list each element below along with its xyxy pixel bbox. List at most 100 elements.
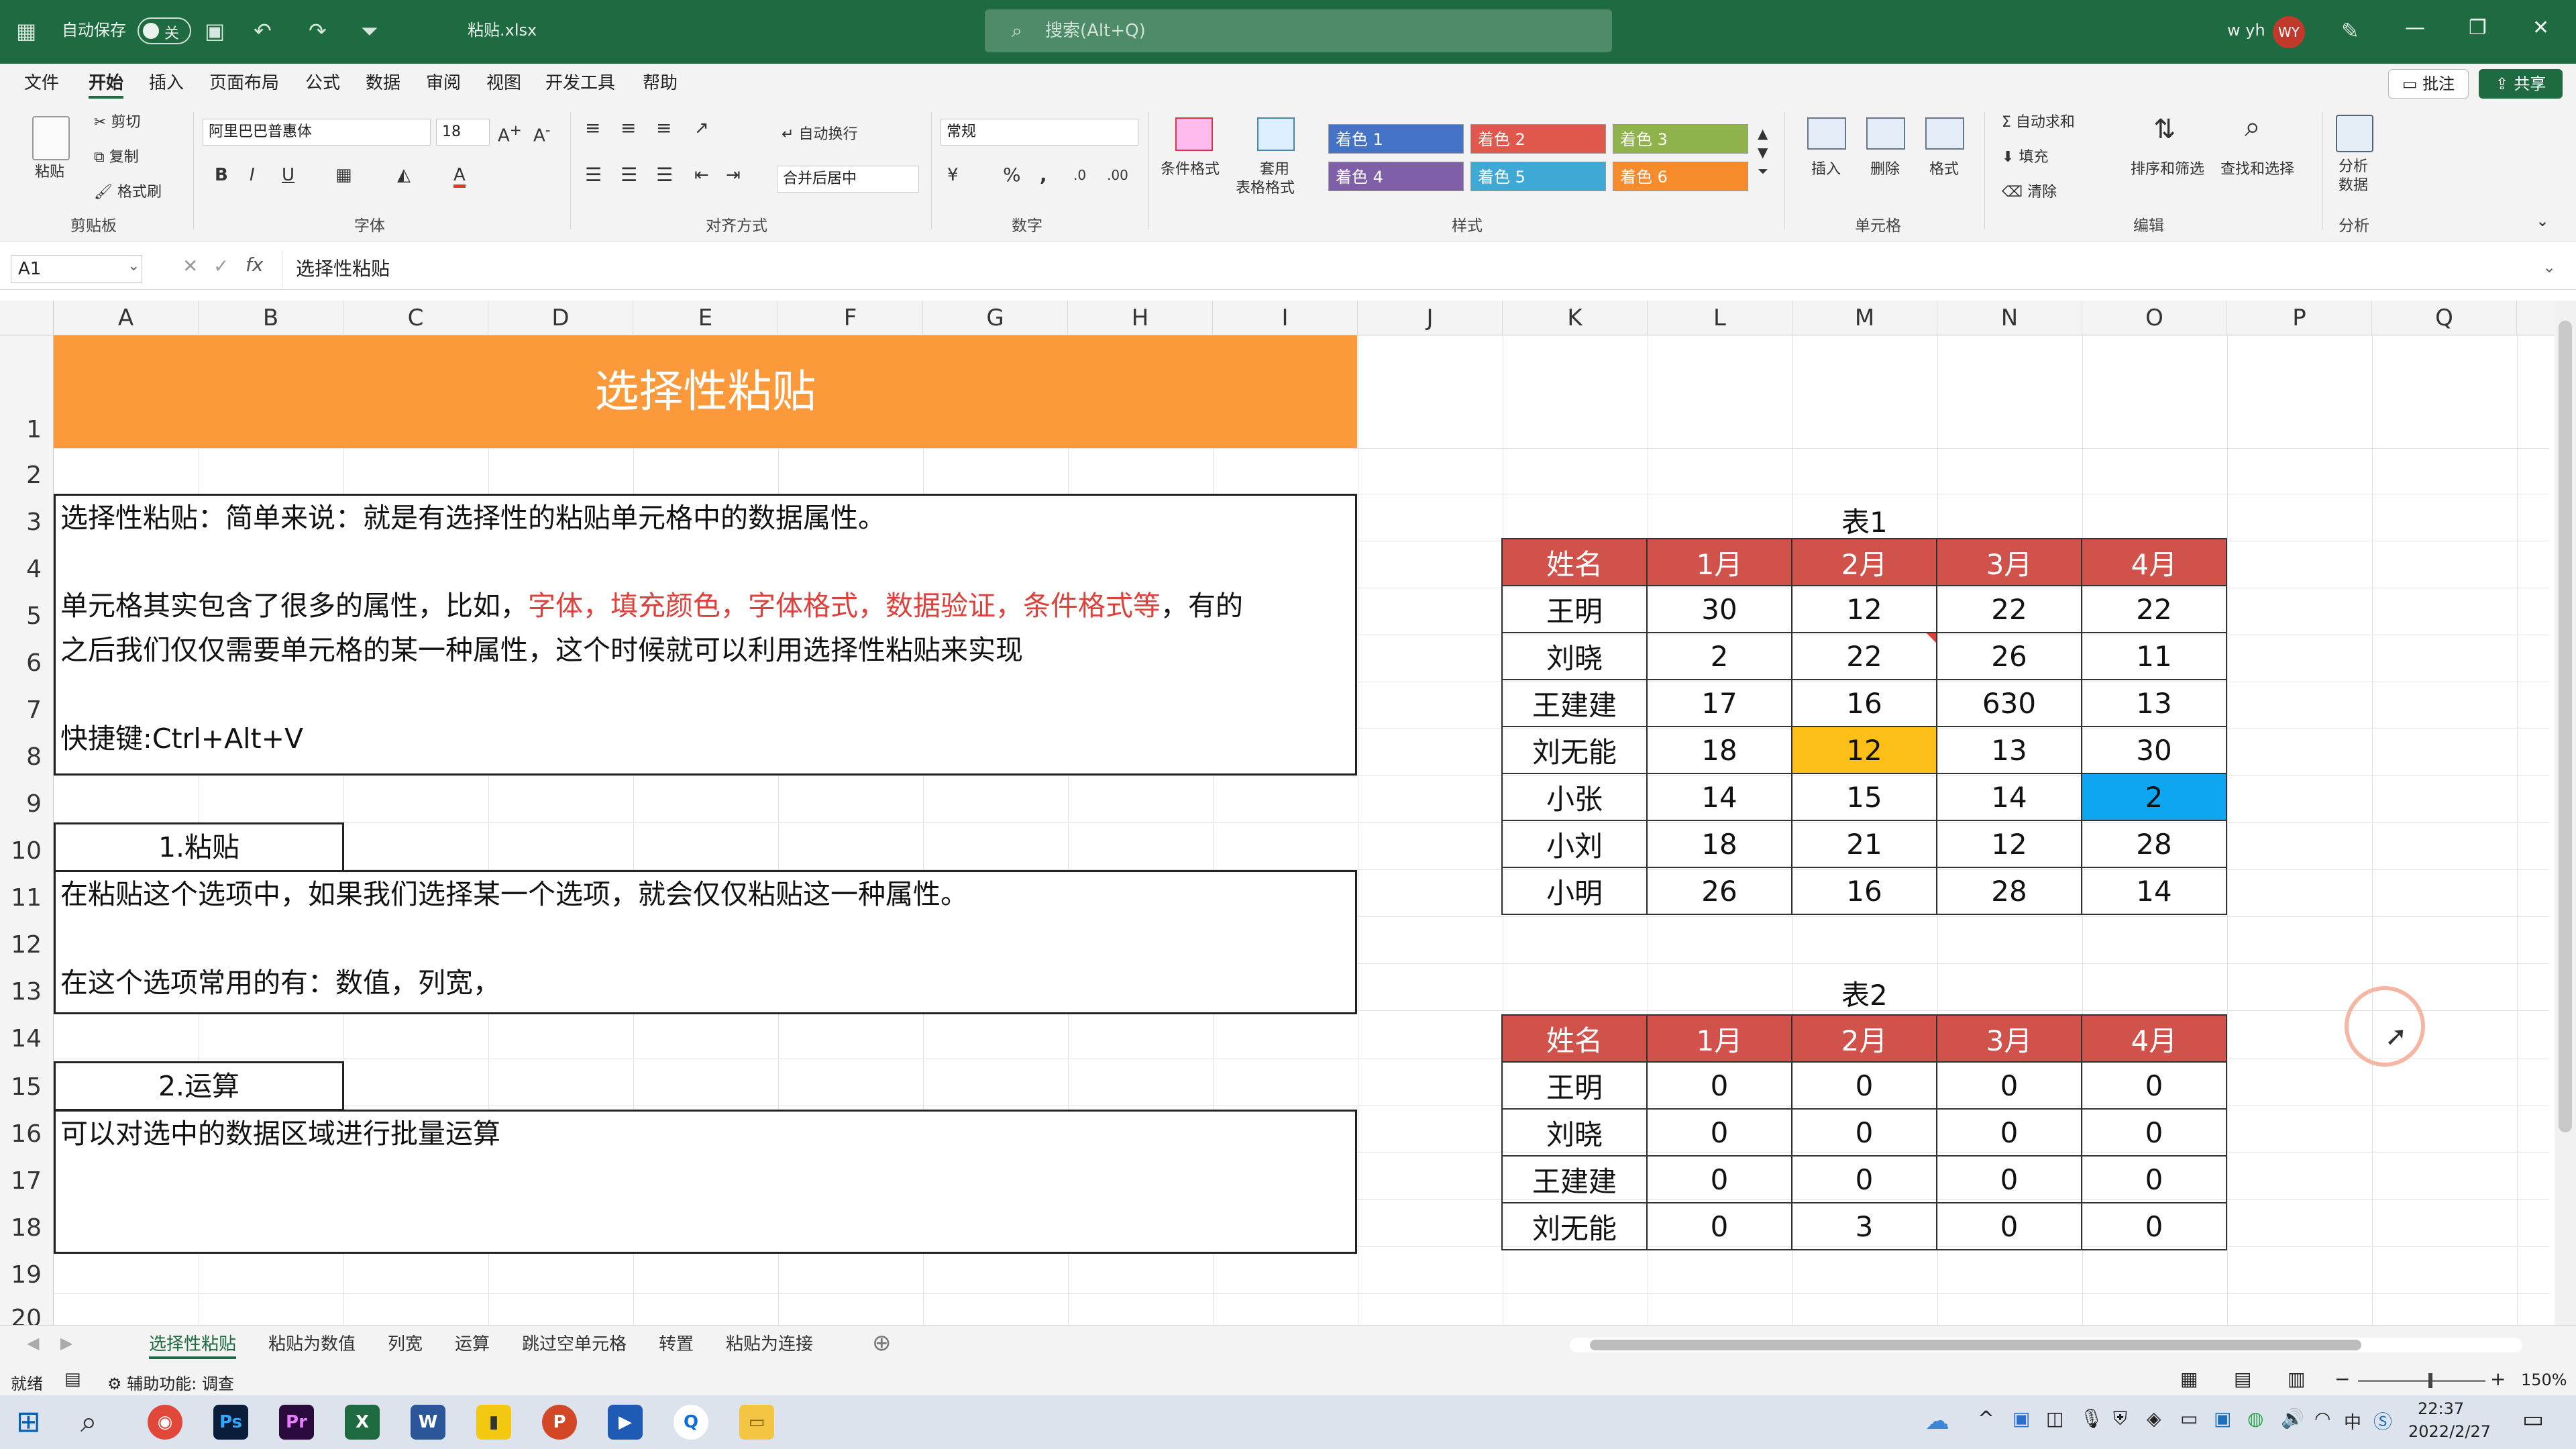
accent-style-1[interactable]: 着色 1 — [1328, 124, 1464, 154]
ime-indicator[interactable]: 中 — [2344, 1409, 2361, 1434]
undo-icon[interactable]: ↶ — [254, 17, 272, 44]
zoom-level[interactable]: 150% — [2521, 1371, 2567, 1389]
zoom-in-icon[interactable]: + — [2490, 1368, 2506, 1390]
col-header-e[interactable]: E — [633, 301, 778, 335]
col-header-h[interactable]: H — [1068, 301, 1213, 335]
insert-cells-label[interactable]: 插入 — [1811, 160, 1841, 179]
col-header-k[interactable]: K — [1503, 301, 1648, 335]
table-1-cell[interactable]: 30 — [2081, 726, 2227, 774]
format-cells-label[interactable]: 格式 — [1929, 160, 1959, 179]
clear-button[interactable]: ⌫ 清除 — [2002, 183, 2057, 202]
sheet-tab-operations[interactable]: 运算 — [455, 1332, 490, 1356]
sort-filter-label[interactable]: 排序和筛选 — [2131, 160, 2204, 179]
table-1-cell[interactable]: 22 — [2081, 585, 2227, 633]
row-header-6[interactable]: 6 — [0, 649, 54, 677]
row-header-10[interactable]: 10 — [0, 837, 54, 865]
table-1-header-cell[interactable]: 姓名 — [1501, 538, 1648, 586]
table-2-cell[interactable]: 0 — [2081, 1155, 2227, 1203]
menu-view[interactable]: 视图 — [486, 72, 521, 95]
table-1-header-cell[interactable]: 3月 — [1936, 538, 2082, 586]
search-icon[interactable]: ⌕ — [80, 1405, 97, 1439]
expand-formula-icon[interactable]: ⌄ — [2542, 258, 2556, 276]
table-2-cell[interactable]: 0 — [1791, 1061, 1937, 1110]
col-header-c[interactable]: C — [343, 301, 488, 335]
fill-color-icon[interactable]: ◭ — [397, 166, 411, 184]
vertical-scroll-thumb[interactable] — [2559, 321, 2572, 1132]
accent-style-5[interactable]: 着色 5 — [1470, 162, 1606, 191]
table-2-header-cell[interactable]: 4月 — [2081, 1014, 2227, 1063]
format-cells-icon[interactable] — [1925, 117, 1964, 150]
font-name-select[interactable]: 阿里巴巴普惠体 — [203, 119, 431, 146]
font-color-icon[interactable]: A — [453, 166, 466, 188]
name-box[interactable]: A1 — [11, 255, 142, 283]
currency-icon[interactable]: ¥ — [947, 166, 959, 184]
table-1-cell[interactable]: 刘无能 — [1501, 726, 1648, 774]
accent-style-6[interactable]: 着色 6 — [1613, 162, 1748, 191]
shield-icon[interactable]: ⛨ — [2113, 1407, 2127, 1430]
table-2-cell[interactable]: 王建建 — [1501, 1155, 1648, 1203]
clock-time[interactable]: 22:37 — [2418, 1399, 2464, 1418]
fill-button[interactable]: ⬇ 填充 — [2002, 148, 2048, 167]
wrap-text-button[interactable]: ↵ 自动换行 — [782, 125, 857, 144]
percent-icon[interactable]: % — [1003, 166, 1021, 184]
table-2-cell[interactable]: 0 — [1936, 1108, 2082, 1157]
table-2-cell[interactable]: 0 — [2081, 1202, 2227, 1250]
conditional-format-label[interactable]: 条件格式 — [1161, 160, 1220, 179]
file-explorer-icon[interactable]: ▭ — [739, 1405, 774, 1440]
analyze-data-label-2[interactable]: 数据 — [2339, 176, 2368, 195]
zoom-out-icon[interactable]: − — [2334, 1368, 2350, 1390]
sheet-tab-column-width[interactable]: 列宽 — [388, 1332, 423, 1356]
notification-icon[interactable]: ▭ — [2522, 1406, 2544, 1433]
restore-icon[interactable]: ❐ — [2469, 16, 2487, 40]
table-2-cell[interactable]: 0 — [1936, 1061, 2082, 1110]
table-1-cell[interactable]: 18 — [1646, 820, 1792, 868]
word-icon[interactable]: W — [411, 1405, 445, 1440]
excel-taskbar-icon[interactable]: X — [345, 1405, 380, 1440]
align-top-icon[interactable]: ≡ — [585, 119, 600, 138]
table-format-icon[interactable] — [1257, 117, 1295, 151]
chrome-icon[interactable]: ◉ — [148, 1405, 182, 1440]
cancel-icon[interactable]: ✕ — [182, 255, 198, 277]
table-1-cell[interactable]: 小明 — [1501, 867, 1648, 915]
row-header-5[interactable]: 5 — [0, 602, 54, 630]
table-2-header-cell[interactable]: 2月 — [1791, 1014, 1937, 1063]
col-header-o[interactable]: O — [2082, 301, 2227, 335]
formula-input[interactable]: 选择性粘贴 — [282, 251, 2529, 287]
table-1-header-cell[interactable]: 4月 — [2081, 538, 2227, 586]
copy-button[interactable]: ⧉ 复制 — [94, 148, 139, 167]
vertical-scrollbar[interactable] — [2555, 301, 2576, 1325]
table-1-cell[interactable]: 630 — [1936, 679, 2082, 727]
share-button[interactable]: ⇪ 共享 — [2479, 69, 2563, 99]
row-header-3[interactable]: 3 — [0, 508, 54, 536]
zoom-slider-handle[interactable] — [2428, 1373, 2432, 1388]
table-1-cell[interactable]: 16 — [1791, 867, 1937, 915]
next-sheet-icon[interactable]: ▶ — [60, 1334, 72, 1352]
table-1-cell[interactable]: 26 — [1646, 867, 1792, 915]
col-header-a[interactable]: A — [54, 301, 199, 335]
table-1-cell[interactable]: 17 — [1646, 679, 1792, 727]
table-1-cell[interactable]: 18 — [1646, 726, 1792, 774]
table-1-cell[interactable]: 14 — [1646, 773, 1792, 821]
powerbi-icon[interactable]: ▮ — [476, 1405, 511, 1440]
sheet-tab-paste-special[interactable]: 选择性粘贴 — [149, 1332, 237, 1359]
menu-developer[interactable]: 开发工具 — [545, 72, 615, 95]
table-2-header-cell[interactable]: 3月 — [1936, 1014, 2082, 1063]
row-header-8[interactable]: 8 — [0, 743, 54, 771]
chevron-down-icon[interactable]: ⌄ — [127, 258, 140, 274]
row-header-9[interactable]: 9 — [0, 790, 54, 818]
table-1-cell-red[interactable]: 11 — [2081, 632, 2227, 680]
sort-filter-icon[interactable]: ⇅ — [2153, 116, 2176, 143]
table-2-cell[interactable]: 刘晓 — [1501, 1108, 1648, 1157]
table-1-cell[interactable]: 12 — [1791, 585, 1937, 633]
format-painter-button[interactable]: 🖌 格式刷 — [94, 183, 162, 202]
table-1-cell[interactable]: 王明 — [1501, 585, 1648, 633]
tray-app-icon[interactable]: ◈ — [2147, 1407, 2161, 1430]
italic-icon[interactable]: I — [250, 166, 255, 184]
table-2-header-cell[interactable]: 1月 — [1646, 1014, 1792, 1063]
tray-app-icon[interactable]: ▣ — [2012, 1407, 2030, 1430]
table-1-cell[interactable]: 21 — [1791, 820, 1937, 868]
table-1-cell-highlight-blue[interactable]: 2 — [2081, 773, 2227, 821]
insert-cells-icon[interactable] — [1807, 117, 1846, 150]
table-1-cell[interactable]: 14 — [2081, 867, 2227, 915]
table-1-cell[interactable]: 16 — [1791, 679, 1937, 727]
